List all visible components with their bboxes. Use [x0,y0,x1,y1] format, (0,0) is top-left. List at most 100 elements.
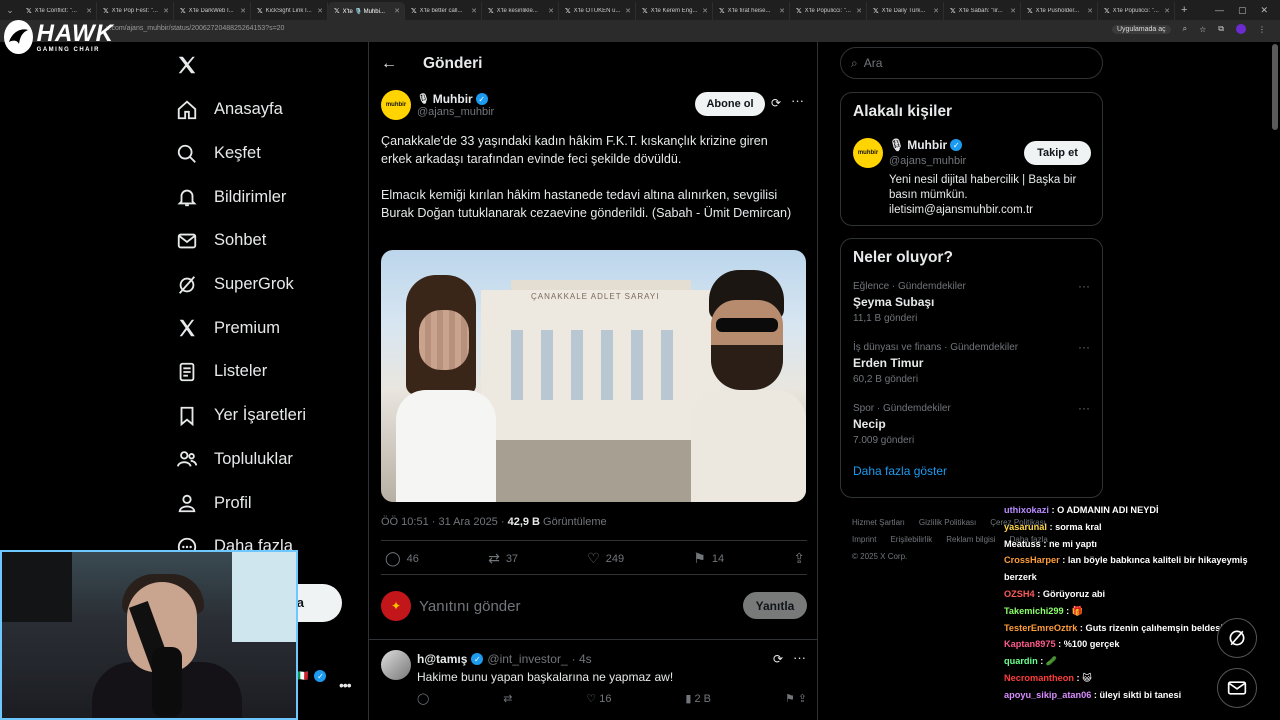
nav-item[interactable]: Anasayfa [176,88,306,132]
browser-tab[interactable]: 𝕏 X'te better call... ✕ [405,2,482,20]
nav-item[interactable]: Sohbet [176,219,306,263]
browser-tab[interactable]: 𝕏 X'te Kerem Eng... ✕ [636,2,713,20]
chat-username[interactable]: TesterEmreOztrk [1004,623,1077,633]
chat-username[interactable]: CrossHarper [1004,555,1060,565]
subscribe-button[interactable]: Abone ol [695,92,765,116]
repost-button[interactable]: ⇄ 37 [488,550,518,567]
bookmark-icon[interactable]: ⚑ ⇪ [785,692,807,705]
show-more-link[interactable]: Daha fazla göster [841,458,1102,488]
tab-close-icon[interactable]: ✕ [1087,7,1093,15]
related-name[interactable]: Muhbir [907,138,947,152]
trend-more-icon[interactable]: ··· [1078,340,1090,354]
chat-username[interactable]: Takemichi299 [1004,606,1064,616]
reply-time[interactable]: · 4s [572,652,592,666]
tab-close-icon[interactable]: ✕ [702,7,708,15]
author-avatar[interactable]: muhbir [381,90,411,120]
tab-close-icon[interactable]: ✕ [394,7,400,15]
star-icon[interactable]: ☆ [1199,25,1206,34]
browser-tab[interactable]: 𝕏 X'te OTUKEN u... ✕ [559,2,636,20]
chat-username[interactable]: Necromantheon [1004,673,1074,683]
reply-submit-button[interactable]: Yanıtla [743,592,807,619]
zoom-icon[interactable]: ⌕ [1183,24,1187,34]
browser-tab[interactable]: 𝕏 X'te 🎙️ Muhbi... ✕ [328,2,405,20]
nav-item[interactable]: Listeler [176,350,306,394]
browser-tab[interactable]: 𝕏 X'te Pusholder... ✕ [1021,2,1098,20]
chat-username[interactable]: apoyu_sikip_atan06 [1004,690,1091,700]
browser-tab[interactable]: 𝕏 X'te Daily Türk... ✕ [867,2,944,20]
tab-close-icon[interactable]: ✕ [471,7,477,15]
trend-item[interactable]: Spor · Gündemdekiler Necip 7.009 gönderi ··… [841,397,1102,458]
trend-more-icon[interactable]: ··· [1078,279,1090,293]
nav-item[interactable]: SuperGrok [176,263,306,307]
chat-username[interactable]: uthixokazi [1004,505,1049,515]
new-tab-button[interactable]: + [1175,4,1193,16]
related-avatar[interactable]: muhbir [853,138,883,168]
browser-tab[interactable]: 𝕏 X'te Populicci: "... ✕ [790,2,867,20]
grok-icon[interactable]: ⟳ [773,652,783,666]
messages-fab-icon[interactable] [1217,668,1257,708]
author-handle[interactable]: @ajans_muhbir [417,106,494,118]
page-scrollbar[interactable] [1272,44,1278,130]
tab-close-icon[interactable]: ✕ [1010,7,1016,15]
views-button[interactable]: ▮ 2 B [685,692,711,705]
tab-search-icon[interactable]: ⌄ [0,0,20,20]
tab-close-icon[interactable]: ✕ [86,7,92,15]
browser-menu-icon[interactable]: ⋮ [1258,25,1266,34]
account-more-icon[interactable]: ••• [339,677,352,693]
author-name[interactable]: Muhbir [433,92,473,106]
footer-link[interactable]: © 2025 X Corp. [852,552,907,561]
reply-author-avatar[interactable] [381,650,411,680]
chat-username[interactable]: Kaptan8975 [1004,639,1056,649]
trend-item[interactable]: Eğlence · Gündemdekiler Şeyma Subaşı 11,1 … [841,275,1102,336]
browser-tab[interactable]: 𝕏 X'te DarkWeb I... ✕ [174,2,251,20]
nav-item[interactable]: Yer İşaretleri [176,394,306,438]
chat-username[interactable]: quardin [1004,656,1038,666]
browser-tab[interactable]: 𝕏 X'te Sabah: "lir... ✕ [944,2,1021,20]
share-button[interactable]: ⇪ [793,550,805,567]
footer-link[interactable]: Imprint [852,535,876,544]
trend-more-icon[interactable]: ··· [1078,401,1090,415]
like-button[interactable]: ♡ 16 [586,692,611,705]
browser-tab[interactable]: 𝕏 X'te Populicci: "... ✕ [1098,2,1175,20]
related-handle[interactable]: @ajans_muhbir [889,155,966,167]
reply-author-handle[interactable]: @int_investor_ [487,652,567,666]
tab-close-icon[interactable]: ✕ [317,7,323,15]
tab-close-icon[interactable]: ✕ [625,7,631,15]
footer-link[interactable]: Gizlilik Politikası [919,518,976,527]
tweet-time[interactable]: ÖÖ 10:51 · 31 Ara 2025 · [381,516,508,528]
nav-item[interactable]: Bildirimler [176,175,306,219]
repost-icon[interactable]: ⇄ [503,692,512,705]
chat-username[interactable]: Meatuss [1004,539,1041,549]
grok-icon[interactable]: ⟳ [771,96,781,110]
profile-avatar[interactable] [1236,24,1246,34]
chat-username[interactable]: OZSH4 [1004,589,1035,599]
follow-button[interactable]: Takip et [1024,141,1091,165]
tab-close-icon[interactable]: ✕ [548,7,554,15]
reply-button[interactable]: ◯ 46 [385,550,419,567]
nav-item[interactable]: Profil [176,481,306,525]
close-window-icon[interactable]: ✕ [1260,5,1268,16]
reply-more-icon[interactable]: ··· [793,650,806,665]
tab-close-icon[interactable]: ✕ [163,7,169,15]
footer-link[interactable]: Reklam bilgisi [946,535,995,544]
grok-fab-icon[interactable] [1217,618,1257,658]
browser-tab[interactable]: 𝕏 KickSight Link I... ✕ [251,2,328,20]
search-input[interactable]: ⌕ Ara [840,47,1103,79]
chat-username[interactable]: yasarunal [1004,522,1047,532]
maximize-icon[interactable]: ▢ [1238,5,1247,16]
browser-tab[interactable]: 𝕏 X'te kesinlikle... ✕ [482,2,559,20]
like-button[interactable]: ♡ 249 [587,550,624,567]
back-arrow-icon[interactable]: ← [381,55,397,73]
trend-item[interactable]: İş dünyası ve finans · Gündemdekiler Erde… [841,336,1102,397]
tab-close-icon[interactable]: ✕ [856,7,862,15]
tab-close-icon[interactable]: ✕ [240,7,246,15]
x-logo-icon[interactable] [176,54,198,76]
reply-icon[interactable]: ◯ [417,692,429,705]
nav-item[interactable]: Keşfet [176,132,306,176]
bookmark-button[interactable]: ⚑ 14 [693,550,724,567]
footer-link[interactable]: Hizmet Şartları [852,518,905,527]
nav-item[interactable]: Topluluklar [176,438,306,482]
extensions-icon[interactable]: ⧉ [1218,24,1224,34]
account-switcher[interactable]: 🇮🇹 ✓ [296,670,327,682]
tab-close-icon[interactable]: ✕ [1164,7,1170,15]
